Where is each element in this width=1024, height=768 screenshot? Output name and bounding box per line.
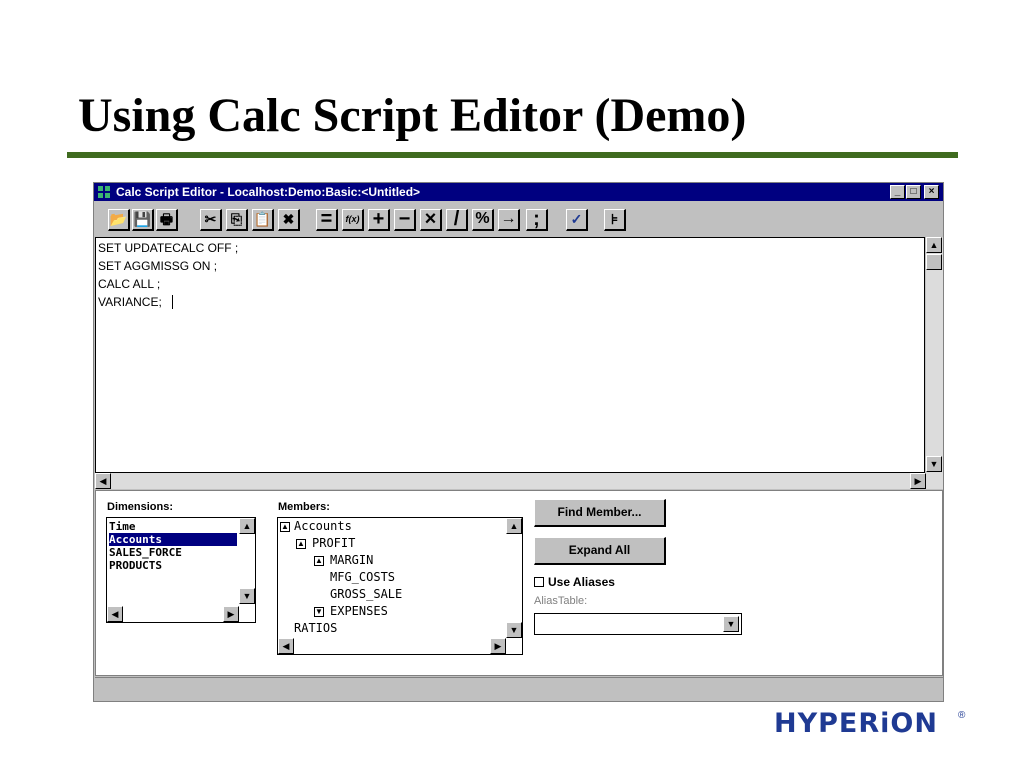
title-rule — [67, 152, 958, 158]
editor-vertical-scrollbar[interactable]: ▲ ▼ — [926, 237, 943, 473]
dimension-item[interactable]: PRODUCTS — [109, 559, 162, 572]
member-item[interactable]: MARGIN — [330, 553, 373, 567]
divide-button[interactable]: / — [446, 209, 468, 231]
paste-button[interactable]: 📋 — [252, 209, 274, 231]
app-icon — [98, 186, 110, 198]
collapse-icon[interactable]: ▲ — [280, 522, 290, 532]
function-button[interactable]: f(x) — [342, 209, 364, 231]
scroll-up-icon[interactable]: ▲ — [239, 518, 255, 534]
minimize-button[interactable]: _ — [890, 185, 905, 199]
alias-table-label: AliasTable: — [534, 595, 588, 607]
expand-all-button[interactable]: Expand All — [534, 537, 666, 565]
dimension-item[interactable]: Time — [109, 520, 136, 533]
multiply-button[interactable]: × — [420, 209, 442, 231]
text-caret — [172, 295, 173, 309]
scroll-down-icon[interactable]: ▼ — [926, 456, 942, 472]
dimensions-label: Dimensions: — [107, 501, 174, 513]
slide-title: Using Calc Script Editor (Demo) — [78, 89, 747, 142]
script-line: SET UPDATECALC OFF ; — [98, 241, 239, 255]
scroll-down-icon[interactable]: ▼ — [506, 622, 522, 638]
window-titlebar[interactable]: Calc Script Editor - Localhost:Demo:Basi… — [94, 183, 943, 201]
scroll-left-icon[interactable]: ◀ — [278, 638, 294, 654]
member-item[interactable]: RATIOS — [294, 621, 337, 635]
equals-button[interactable]: = — [316, 209, 338, 231]
clear-button[interactable]: ✖ — [278, 209, 300, 231]
collapse-icon[interactable]: ▲ — [314, 556, 324, 566]
member-item[interactable]: Accounts — [294, 519, 352, 533]
members-tree[interactable]: ▲ Accounts ▲ PROFIT ▲ MARGIN MFG_COSTS G… — [277, 517, 523, 655]
arrow-button[interactable]: → — [498, 209, 520, 231]
script-line: VARIANCE; — [98, 295, 162, 309]
member-button[interactable]: ⊧ — [604, 209, 626, 231]
open-button[interactable]: 📂 — [108, 209, 130, 231]
script-line: SET AGGMISSG ON ; — [98, 259, 218, 273]
scroll-thumb[interactable] — [926, 254, 942, 270]
scroll-right-icon[interactable]: ▶ — [223, 606, 239, 622]
copy-button[interactable]: ⎘ — [226, 209, 248, 231]
maximize-button[interactable]: □ — [906, 185, 921, 199]
use-aliases-label: Use Aliases — [548, 575, 615, 589]
registered-mark: ® — [958, 710, 966, 721]
hyperion-logo: HYPERiON — [774, 708, 938, 739]
window-title: Calc Script Editor - Localhost:Demo:Basi… — [116, 185, 421, 199]
member-selection-panel: Dimensions: Time Accounts SALES_FORCE PR… — [95, 490, 943, 676]
save-button[interactable]: 💾 — [132, 209, 154, 231]
script-line: CALC ALL ; — [98, 277, 161, 291]
toolbar: 📂 💾 🖶 ✂ ⎘ 📋 ✖ = f(x) + − × / % → ; ✓ ⊧ — [94, 203, 943, 237]
close-button[interactable]: × — [924, 185, 939, 199]
scroll-up-icon[interactable]: ▲ — [506, 518, 522, 534]
script-editor[interactable]: SET UPDATECALC OFF ; SET AGGMISSG ON ; C… — [95, 237, 925, 473]
scroll-up-icon[interactable]: ▲ — [926, 237, 942, 253]
find-member-button[interactable]: Find Member... — [534, 499, 666, 527]
semicolon-button[interactable]: ; — [526, 209, 548, 231]
chevron-down-icon[interactable]: ▼ — [723, 616, 739, 632]
scroll-left-icon[interactable]: ◀ — [95, 473, 111, 489]
editor-horizontal-scrollbar[interactable]: ◀ ▶ — [95, 473, 943, 489]
print-button[interactable]: 🖶 — [156, 209, 178, 231]
minus-button[interactable]: − — [394, 209, 416, 231]
collapse-icon[interactable]: ▲ — [296, 539, 306, 549]
dimension-item[interactable]: SALES_FORCE — [109, 546, 182, 559]
member-item[interactable]: MFG_COSTS — [330, 570, 395, 584]
scroll-right-icon[interactable]: ▶ — [490, 638, 506, 654]
member-item[interactable]: EXPENSES — [330, 604, 388, 618]
check-syntax-button[interactable]: ✓ — [566, 209, 588, 231]
status-bar — [95, 677, 943, 696]
dimensions-list[interactable]: Time Accounts SALES_FORCE PRODUCTS ▲ ▼ ◀… — [106, 517, 256, 623]
calc-script-editor-window: Calc Script Editor - Localhost:Demo:Basi… — [93, 182, 944, 702]
percent-button[interactable]: % — [472, 209, 494, 231]
plus-button[interactable]: + — [368, 209, 390, 231]
use-aliases-checkbox[interactable] — [534, 577, 544, 587]
scroll-left-icon[interactable]: ◀ — [107, 606, 123, 622]
expand-icon[interactable]: ▼ — [314, 607, 324, 617]
alias-table-dropdown[interactable]: ▼ — [534, 613, 742, 635]
member-item[interactable]: PROFIT — [312, 536, 355, 550]
scroll-down-icon[interactable]: ▼ — [239, 588, 255, 604]
dimension-item-selected[interactable]: Accounts — [109, 533, 237, 546]
members-label: Members: — [278, 501, 330, 513]
scroll-right-icon[interactable]: ▶ — [910, 473, 926, 489]
cut-button[interactable]: ✂ — [200, 209, 222, 231]
member-item[interactable]: GROSS_SALE — [330, 587, 402, 601]
